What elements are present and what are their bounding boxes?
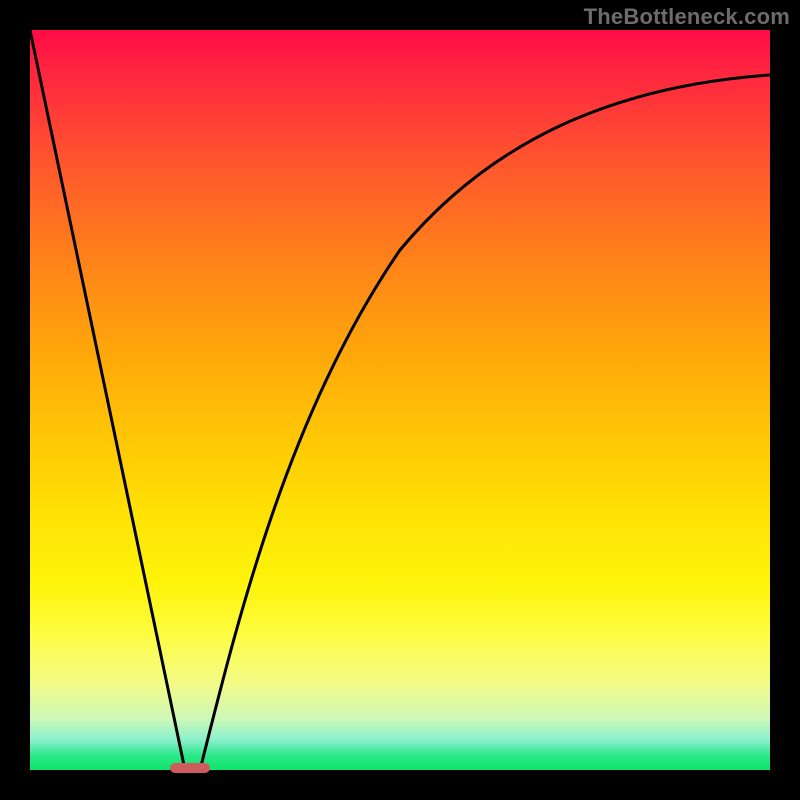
chart-frame: TheBottleneck.com — [0, 0, 800, 800]
curve-path — [30, 30, 770, 770]
bottleneck-curve — [30, 30, 770, 770]
optimal-range-marker — [170, 763, 210, 773]
plot-area — [30, 30, 770, 770]
watermark-text: TheBottleneck.com — [584, 4, 790, 30]
